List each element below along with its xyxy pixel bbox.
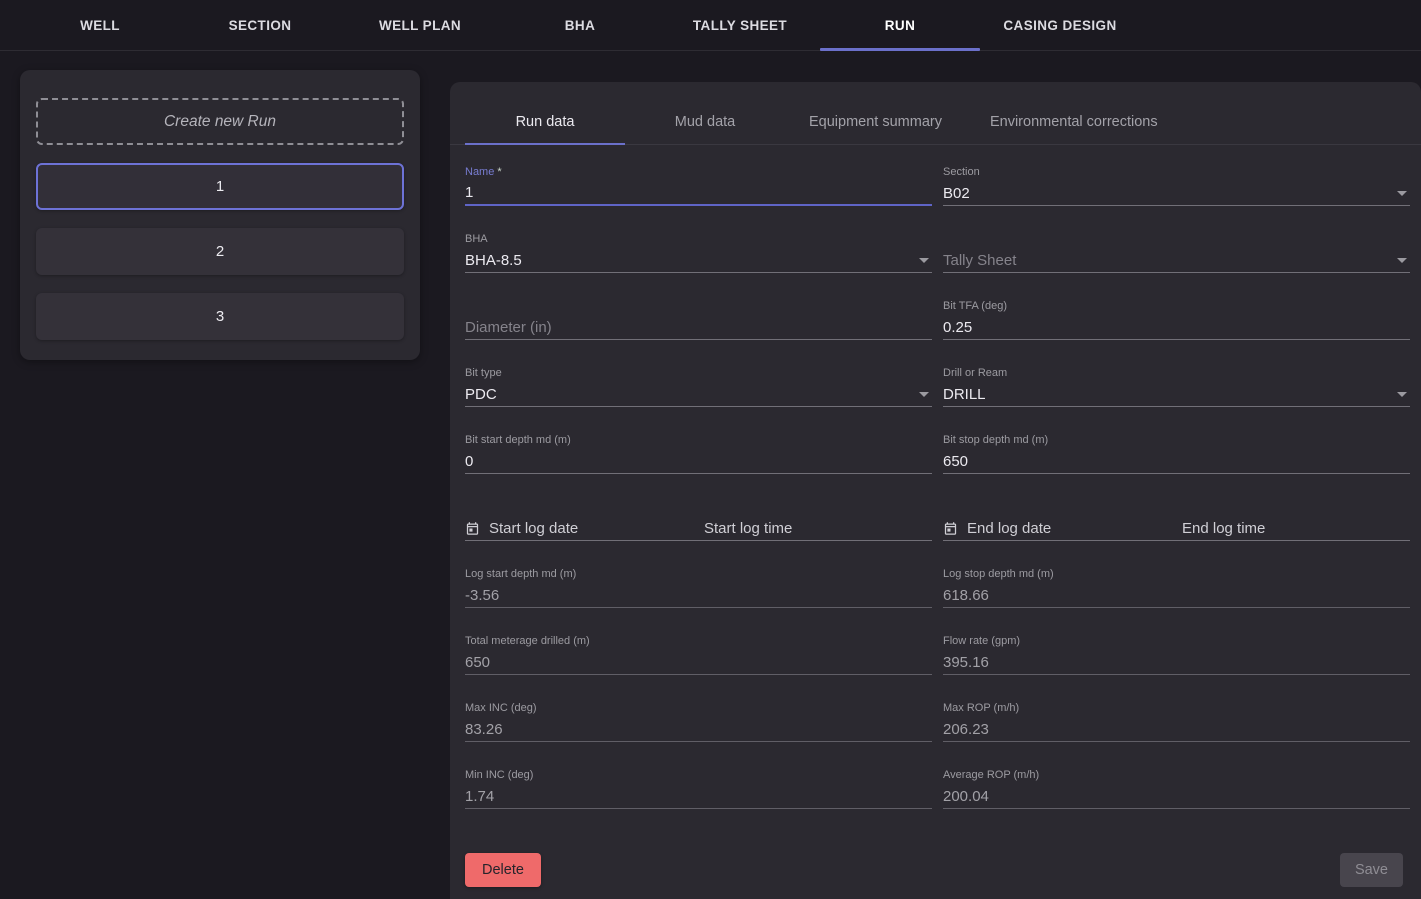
nav-tab-well[interactable]: WELL — [20, 0, 180, 50]
chevron-down-icon — [919, 392, 929, 397]
tally-sheet-field: Tally Sheet — [943, 225, 1410, 292]
log-start-depth-label: Log start depth md (m) — [465, 567, 932, 581]
max-inc-label: Max INC (deg) — [465, 701, 932, 715]
bit-tfa-field: Bit TFA (deg) 0.25 — [943, 292, 1410, 359]
tally-sheet-select[interactable]: Tally Sheet — [943, 248, 1410, 273]
log-stop-depth-field: Log stop depth md (m) 618.66 — [943, 560, 1410, 627]
nav-tab-run[interactable]: RUN — [820, 0, 980, 50]
run-list-panel: Create new Run 1 2 3 — [20, 70, 420, 360]
required-marker: * — [497, 166, 501, 178]
bit-start-depth-label: Bit start depth md (m) — [465, 433, 932, 447]
nav-tab-bha[interactable]: BHA — [500, 0, 660, 50]
bit-start-depth-input[interactable]: 0 — [465, 449, 932, 474]
name-field: Name* 1 — [465, 158, 932, 225]
calendar-icon — [943, 521, 958, 536]
save-button[interactable]: Save — [1340, 853, 1403, 887]
total-meterage-value: 650 — [465, 650, 932, 675]
drill-or-ream-field: Drill or Ream DRILL — [943, 359, 1410, 426]
start-log-datetime-field: Start log date Start log time — [465, 493, 932, 560]
tab-equipment-summary[interactable]: Equipment summary — [785, 100, 966, 144]
name-label: Name* — [465, 165, 932, 179]
max-rop-value: 206.23 — [943, 717, 1410, 742]
bit-stop-depth-field: Bit stop depth md (m) 650 — [943, 426, 1410, 493]
nav-tab-section[interactable]: SECTION — [180, 0, 340, 50]
bit-type-field: Bit type PDC — [465, 359, 932, 426]
log-start-depth-field: Log start depth md (m) -3.56 — [465, 560, 932, 627]
tab-mud-data[interactable]: Mud data — [625, 100, 785, 144]
avg-rop-value: 200.04 — [943, 784, 1410, 809]
total-meterage-field: Total meterage drilled (m) 650 — [465, 627, 932, 694]
end-log-datetime-field: End log date End log time — [943, 493, 1410, 560]
log-stop-depth-value: 618.66 — [943, 583, 1410, 608]
detail-tabs: Run data Mud data Equipment summary Envi… — [450, 82, 1421, 145]
bit-stop-depth-input[interactable]: 650 — [943, 449, 1410, 474]
bit-tfa-input[interactable]: 0.25 — [943, 315, 1410, 340]
max-inc-value: 83.26 — [465, 717, 932, 742]
delete-button[interactable]: Delete — [465, 853, 541, 887]
tab-run-data[interactable]: Run data — [465, 100, 625, 144]
min-inc-label: Min INC (deg) — [465, 768, 932, 782]
max-inc-field: Max INC (deg) 83.26 — [465, 694, 932, 761]
min-inc-value: 1.74 — [465, 784, 932, 809]
calendar-icon — [465, 521, 480, 536]
tally-sheet-placeholder: Tally Sheet — [943, 252, 1016, 269]
tab-environmental-corrections[interactable]: Environmental corrections — [966, 100, 1182, 144]
bit-start-depth-field: Bit start depth md (m) 0 — [465, 426, 932, 493]
bit-type-select[interactable]: PDC — [465, 382, 932, 407]
create-new-run-button[interactable]: Create new Run — [36, 98, 404, 145]
max-rop-label: Max ROP (m/h) — [943, 701, 1410, 715]
diameter-input[interactable]: Diameter (in) — [465, 315, 932, 340]
log-start-depth-value: -3.56 — [465, 583, 932, 608]
diameter-field: Diameter (in) — [465, 292, 932, 359]
section-label: Section — [943, 165, 1410, 179]
flow-rate-value: 395.16 — [943, 650, 1410, 675]
avg-rop-label: Average ROP (m/h) — [943, 768, 1410, 782]
avg-rop-field: Average ROP (m/h) 200.04 — [943, 761, 1410, 828]
section-field: Section B02 — [943, 158, 1410, 225]
log-stop-depth-label: Log stop depth md (m) — [943, 567, 1410, 581]
chevron-down-icon — [919, 258, 929, 263]
bha-select[interactable]: BHA-8.5 — [465, 248, 932, 273]
bit-type-label: Bit type — [465, 366, 932, 380]
flow-rate-field: Flow rate (gpm) 395.16 — [943, 627, 1410, 694]
top-nav: WELL SECTION WELL PLAN BHA TALLY SHEET R… — [0, 0, 1421, 51]
start-log-time-picker[interactable]: Start log time — [693, 516, 932, 540]
run-detail-panel: Run data Mud data Equipment summary Envi… — [450, 82, 1421, 899]
chevron-down-icon — [1397, 191, 1407, 196]
run-list-item-1[interactable]: 1 — [36, 163, 404, 210]
nav-tab-tally-sheet[interactable]: TALLY SHEET — [660, 0, 820, 50]
chevron-down-icon — [1397, 392, 1407, 397]
section-select[interactable]: B02 — [943, 181, 1410, 206]
bit-tfa-label: Bit TFA (deg) — [943, 299, 1410, 313]
min-inc-field: Min INC (deg) 1.74 — [465, 761, 932, 828]
run-list-item-3[interactable]: 3 — [36, 293, 404, 340]
diameter-placeholder: Diameter (in) — [465, 319, 552, 336]
end-log-time-picker[interactable]: End log time — [1171, 516, 1410, 540]
nav-tab-well-plan[interactable]: WELL PLAN — [340, 0, 500, 50]
name-input[interactable]: 1 — [465, 181, 932, 206]
nav-tab-casing-design[interactable]: CASING DESIGN — [980, 0, 1140, 50]
run-data-form: Name* 1 Section B02 BHA BHA-8.5 Tally S — [450, 145, 1421, 828]
bit-stop-depth-label: Bit stop depth md (m) — [943, 433, 1410, 447]
run-list-item-2[interactable]: 2 — [36, 228, 404, 275]
drill-or-ream-select[interactable]: DRILL — [943, 382, 1410, 407]
form-actions: Delete Save — [450, 828, 1421, 887]
flow-rate-label: Flow rate (gpm) — [943, 634, 1410, 648]
total-meterage-label: Total meterage drilled (m) — [465, 634, 932, 648]
chevron-down-icon — [1397, 258, 1407, 263]
max-rop-field: Max ROP (m/h) 206.23 — [943, 694, 1410, 761]
bha-field: BHA BHA-8.5 — [465, 225, 932, 292]
end-log-date-picker[interactable]: End log date — [943, 516, 1171, 540]
drill-or-ream-label: Drill or Ream — [943, 366, 1410, 380]
bha-label: BHA — [465, 232, 932, 246]
start-log-date-picker[interactable]: Start log date — [465, 516, 693, 540]
